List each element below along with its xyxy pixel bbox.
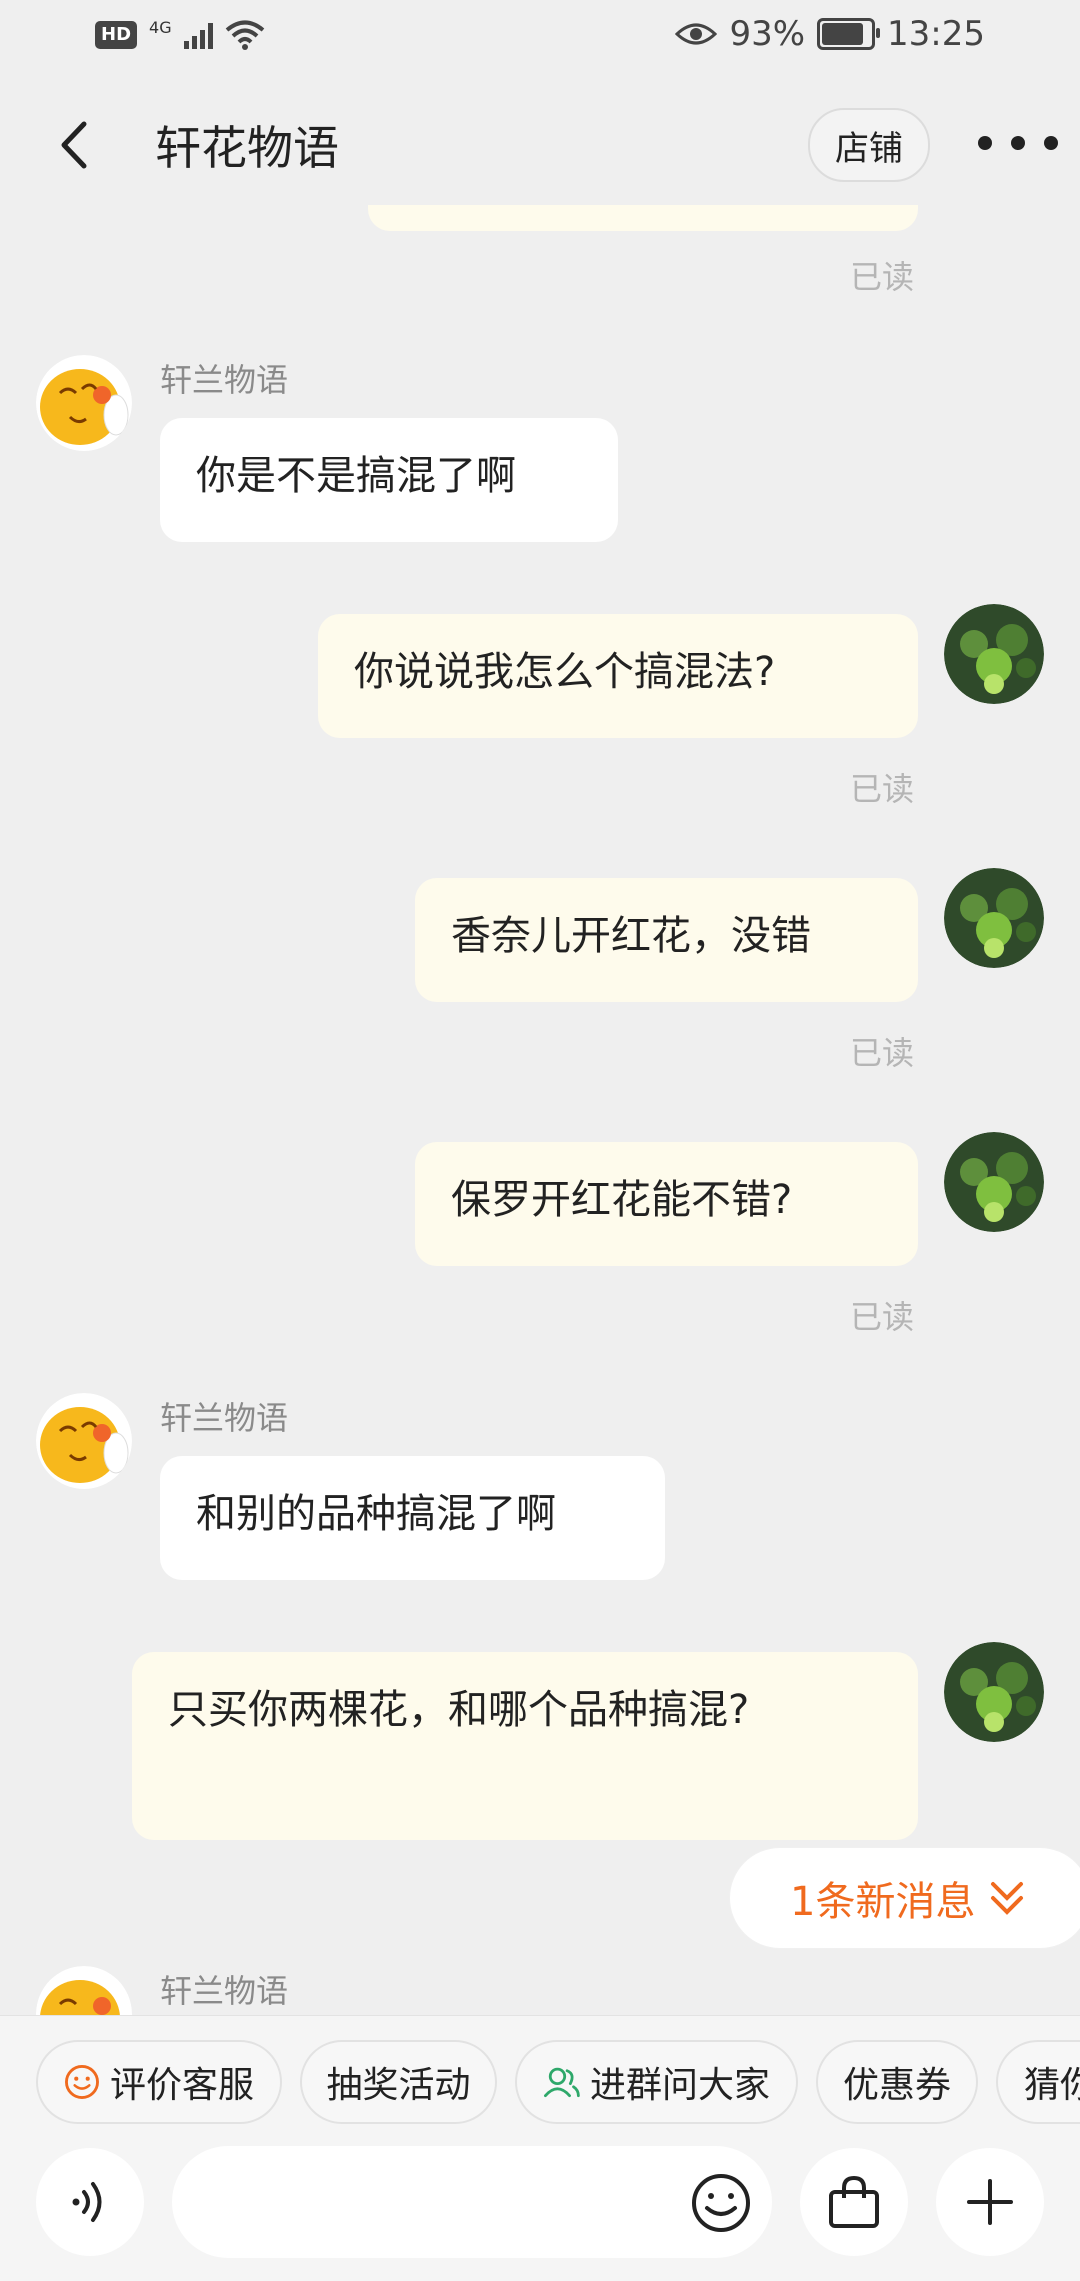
network-label: 4G [149,18,172,37]
quick-action-rate-service[interactable]: 评价客服 [36,2040,282,2124]
quick-action-lottery[interactable]: 抽奖活动 [300,2040,497,2124]
message-bubble[interactable]: 香奈儿开红花，没错 [415,878,918,1002]
user-avatar[interactable] [944,1132,1044,1232]
shop-button[interactable]: 店铺 [808,108,930,182]
read-status: 已读 [850,1298,915,1336]
user-avatar[interactable] [944,1642,1044,1742]
more-dots-icon[interactable] [978,118,1058,168]
quick-action-label: 进群问大家 [589,2065,770,2106]
shopping-bag-icon [829,2175,879,2228]
double-chevron-down-icon [991,1882,1024,1915]
quick-action-label: 抽奖活动 [326,2065,471,2106]
shop-avatar[interactable] [36,1966,132,2015]
quick-action-join-group[interactable]: 进群问大家 [515,2040,798,2124]
page-title: 轩花物语 [155,121,339,175]
eye-icon [675,23,718,45]
smile-icon [65,2065,99,2099]
user-avatar[interactable] [944,868,1044,968]
back-arrow-icon[interactable] [48,110,98,180]
plus-icon [967,2179,1013,2225]
voice-button[interactable] [36,2148,144,2256]
quick-action-guess[interactable]: 猜你 [996,2040,1080,2124]
sender-name: 轩兰物语 [160,1399,289,1437]
previous-bubble-edge [368,205,918,231]
message-bubble[interactable]: 你是不是搞混了啊 [160,418,618,542]
shop-avatar[interactable] [36,1393,132,1489]
quick-action-label: 猜你 [1024,2065,1080,2106]
message-bubble[interactable]: 和别的品种搞混了啊 [160,1456,665,1580]
message-bubble[interactable]: 只买你两棵花，和哪个品种搞混? [132,1652,918,1840]
battery-icon [817,18,881,50]
battery-percent: 93% [729,14,806,54]
shop-avatar[interactable] [36,355,132,451]
group-icon [544,2067,580,2098]
emoji-icon[interactable] [690,2172,752,2234]
sender-name: 轩兰物语 [160,1972,289,2010]
user-avatar[interactable] [944,604,1044,704]
message-bubble[interactable]: 你说说我怎么个搞混法? [318,614,918,738]
read-status: 已读 [850,258,915,296]
plus-button[interactable] [936,2148,1044,2256]
quick-action-label: 优惠券 [843,2065,952,2106]
new-messages-button[interactable]: 1条新消息 [730,1848,1080,1948]
shopping-bag-button[interactable] [800,2148,908,2256]
clock: 13:25 [887,14,985,54]
wifi-icon [225,20,264,50]
voice-icon [72,2182,102,2222]
status-left: HD 4G [95,18,265,51]
quick-action-label: 评价客服 [109,2065,254,2106]
status-right: 93% 13:25 [675,14,985,54]
status-bar: HD 4G 93% 13:25 [0,0,1080,80]
read-status: 已读 [850,1034,915,1072]
message-input[interactable] [172,2146,772,2258]
signal-icon [183,21,213,49]
sender-name: 轩兰物语 [160,361,289,399]
new-messages-label: 1条新消息 [790,1879,976,1925]
read-status: 已读 [850,770,915,808]
quick-action-coupon[interactable]: 优惠券 [816,2040,978,2124]
hd-badge: HD [95,20,138,49]
message-bubble[interactable]: 保罗开红花能不错? [415,1142,918,1266]
